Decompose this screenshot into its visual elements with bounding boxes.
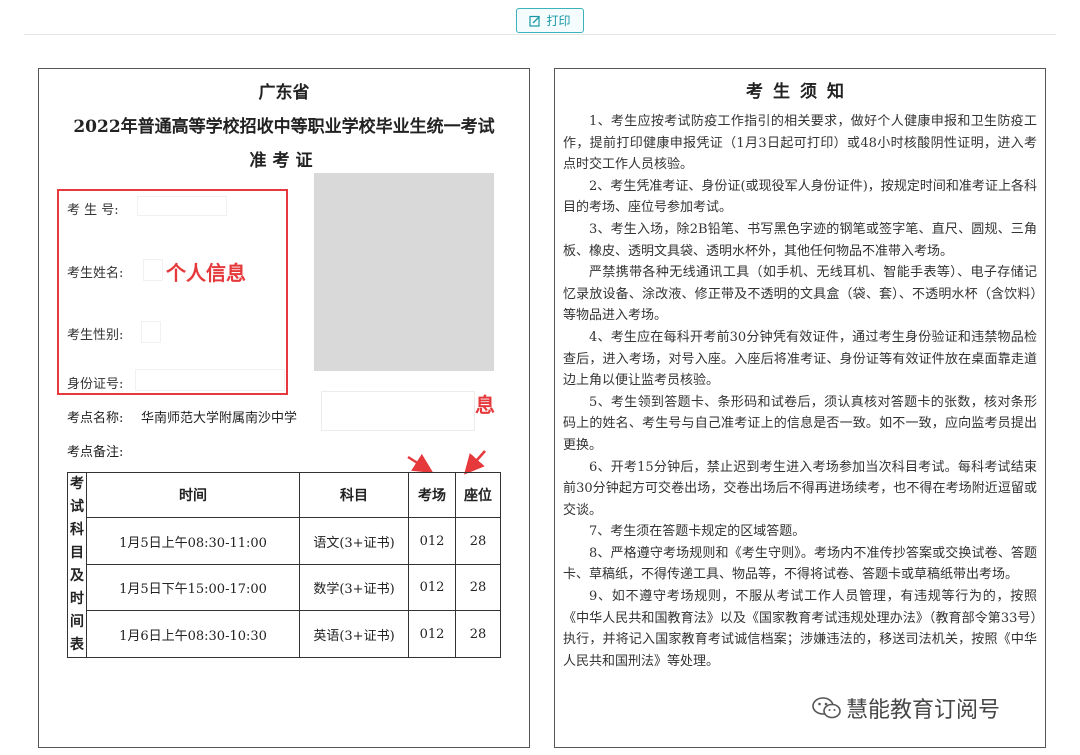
row-subject: 语文(3+证书) [299,517,409,565]
admit-card: 广东省 2022年普通高等学校招收中等职业学校毕业生统一考试 准考证 考 生 号… [38,68,530,748]
exam-note-label: 考点备注: [67,445,124,460]
exam-site-highlight [321,391,475,431]
header-time: 时间 [86,471,300,519]
notice-title: 考生须知 [746,82,854,102]
toolbar-divider [24,34,1056,35]
row-subject: 数学(3+证书) [299,563,409,612]
notice-paragraph: 严禁携带各种无线通讯工具（如手机、无线耳机、智能手表等）、电子存储记忆录放设备、… [563,265,1037,324]
watermark-text: 慧能教育订阅号 [846,698,1001,723]
row-seat: 28 [455,563,501,612]
row-subject: 英语(3+证书) [299,610,409,658]
header-room: 考场 [408,471,456,519]
notice-paragraph: 8、严格遵守考场规则和《考生守则》。考场内不准传抄答案或交换试卷、答题卡、草稿纸… [563,545,1037,583]
row-time: 1月6日上午08:30-10:30 [86,610,300,658]
notice-paragraph: 2、考生凭准考证、身份证(或现役军人身份证件)，按规定时间和准考证上各科目的考场… [563,178,1037,216]
notice-body: 1、考生应按考试防疫工作指引的相关要求，做好个人健康申报和卫生防疫工作，提前打印… [563,111,1037,672]
row-room: 012 [408,517,456,565]
notice-panel: 考生须知 1、考生应按考试防疫工作指引的相关要求，做好个人健康申报和卫生防疫工作… [554,68,1046,748]
table-row: 1月5日下午15:00-17:00 数学(3+证书) 012 28 [68,563,501,612]
row-room: 012 [408,563,456,612]
exam-schedule-table: 考 试 科 目 及 时 间 表 时间 科目 考场 座位 1月5日上午08:30-… [67,471,501,658]
notice-paragraph: 7、考生须在答题卡规定的区域答题。 [589,524,806,540]
row-room: 012 [408,610,456,658]
notice-paragraph: 1、考生应按考试防疫工作指引的相关要求，做好个人健康申报和卫生防疫工作，提前打印… [563,114,1037,173]
toolbar: 打印 [0,0,1080,36]
wechat-icon [812,697,841,719]
notice-paragraph: 3、考生入场，除2B铅笔、书写黑色字迹的钢笔或签字笔、直尺、圆规、三角板、橡皮、… [563,221,1037,259]
schedule-side-label: 考 试 科 目 及 时 间 表 [67,472,87,658]
row-seat: 28 [455,517,501,565]
watermark: 慧能教育订阅号 [812,692,1000,724]
notice-paragraph: 4、考生应在每科开考前30分钟凭有效证件，通过考生身份验证和违禁物品检查后，进入… [563,329,1037,389]
notice-paragraph: 5、考生领到答题卡、条形码和试卷后，须认真核对答题卡的张数，核对条形码上的姓名、… [563,394,1037,453]
print-label: 打印 [546,14,571,28]
exam-site-value: 华南师范大学附属南沙中学 [141,411,298,426]
row-time: 1月5日上午08:30-11:00 [86,517,300,565]
edit-icon [529,15,541,27]
notice-paragraph: 9、如不遵守考场规则，不服从考试工作人员管理，有违规等行为的，按照《中华人民共和… [563,589,1037,669]
header-seat: 座位 [455,471,501,519]
table-row: 1月5日上午08:30-11:00 语文(3+证书) 012 28 [68,517,501,565]
table-row: 1月6日上午08:30-10:30 英语(3+证书) 012 28 [68,610,501,658]
header-subject: 科目 [299,471,409,519]
notice-paragraph: 6、开考15分钟后，禁止迟到考生进入考场参加当次科目考试。每科考试结束前30分钟… [563,459,1037,518]
exam-site-label: 考点名称: [67,411,124,426]
row-time: 1月5日下午15:00-17:00 [86,563,300,612]
print-button[interactable]: 打印 [516,8,584,33]
table-header-row: 考 试 科 目 及 时 间 表 时间 科目 考场 座位 [67,471,501,658]
row-seat: 28 [455,610,501,658]
